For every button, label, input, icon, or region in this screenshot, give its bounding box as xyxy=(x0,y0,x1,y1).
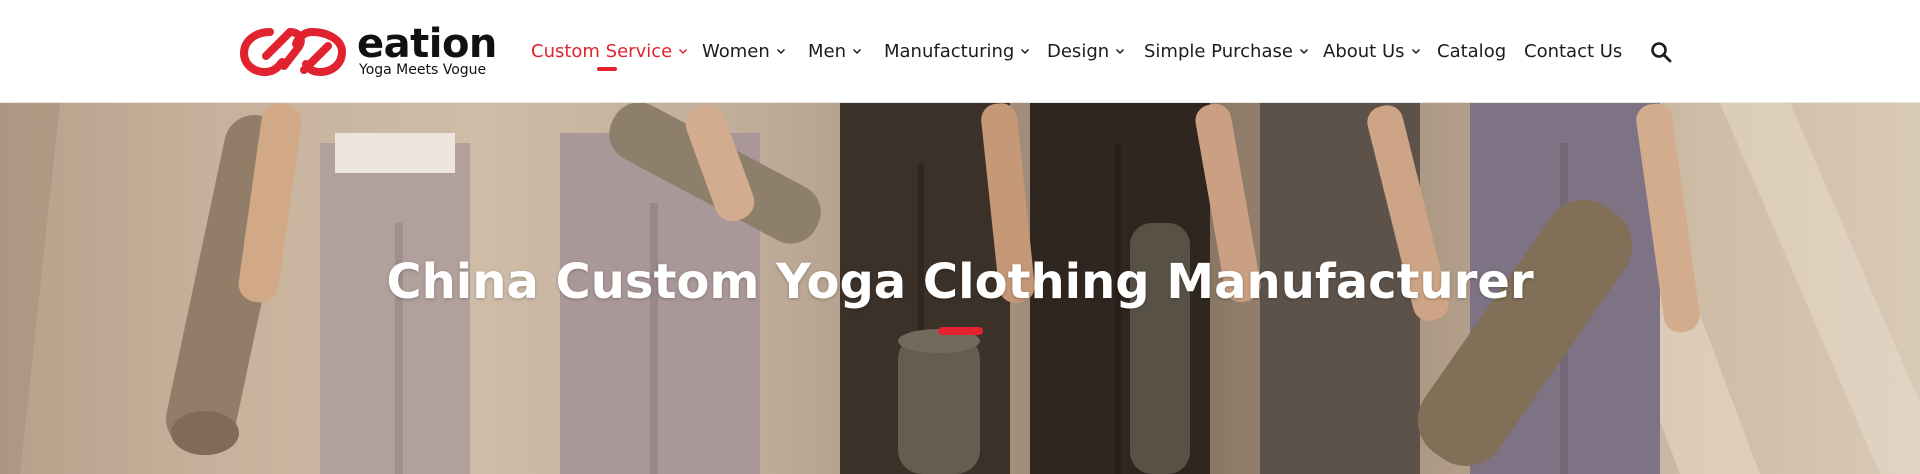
nav-item-custom-service[interactable]: Custom Service xyxy=(531,39,688,63)
nav-item-label: Women xyxy=(702,40,770,62)
brand-logo[interactable]: eation Yoga Meets Vogue xyxy=(240,24,497,80)
nav-item-label: Catalog xyxy=(1437,40,1507,62)
chevron-down-icon xyxy=(852,48,862,55)
nav-item-label: Contact Us xyxy=(1524,40,1623,62)
chevron-down-icon xyxy=(1411,48,1420,55)
chevron-down-icon xyxy=(1299,48,1308,55)
nav-item-label: Manufacturing xyxy=(884,40,1015,62)
nav-item-label: Men xyxy=(808,40,847,62)
nav-item-design[interactable]: Design xyxy=(1047,39,1125,63)
hero-title-accent xyxy=(938,327,983,335)
hero-title: China Custom Yoga Clothing Manufacturer xyxy=(386,254,1534,310)
nav-item-label: Simple Purchase xyxy=(1144,40,1293,62)
nav-item-women[interactable]: Women xyxy=(702,39,786,63)
nav-item-label: Design xyxy=(1047,40,1110,62)
hero-banner: China Custom Yoga Clothing Manufacturer xyxy=(0,103,1920,474)
chevron-down-icon xyxy=(679,48,688,55)
brand-logo-mark-icon xyxy=(240,28,347,76)
brand-tagline: Yoga Meets Vogue xyxy=(359,62,487,78)
nav-item-catalog[interactable]: Catalog xyxy=(1437,39,1506,63)
nav-item-contact-us[interactable]: Contact Us xyxy=(1524,39,1622,63)
active-nav-indicator xyxy=(597,67,617,71)
chevron-down-icon xyxy=(1116,48,1125,55)
brand-name: eation xyxy=(357,21,497,67)
chevron-down-icon xyxy=(776,48,785,55)
nav-item-simple-purchase[interactable]: Simple Purchase xyxy=(1144,39,1309,63)
chevron-down-icon xyxy=(1021,48,1030,55)
nav-item-manufacturing[interactable]: Manufacturing xyxy=(884,39,1030,63)
site-header: eation Yoga Meets Vogue Custom Service W… xyxy=(0,0,1920,103)
search-icon[interactable] xyxy=(1649,40,1673,64)
nav-item-label: Custom Service xyxy=(531,40,673,62)
nav-item-men[interactable]: Men xyxy=(808,39,862,63)
nav-item-label: About Us xyxy=(1323,40,1405,62)
nav-item-about-us[interactable]: About Us xyxy=(1323,39,1421,63)
